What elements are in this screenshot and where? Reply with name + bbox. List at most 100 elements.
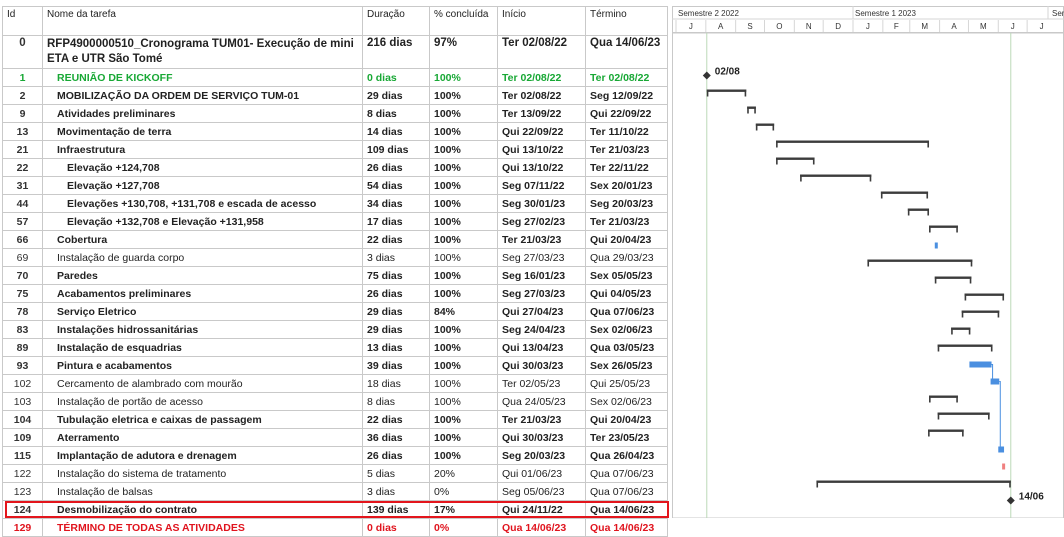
summary-bar-start-cap	[951, 327, 953, 335]
summary-bar[interactable]	[929, 395, 958, 398]
table-row[interactable]: 0 RFP4900000510_Cronograma TUM01- Execuçã…	[2, 35, 668, 69]
task-percent: 100%	[429, 176, 498, 195]
col-header-duration[interactable]: Duração	[362, 6, 430, 36]
table-row[interactable]: 66 Cobertura 22 dias 100% Ter 21/03/23 Qui 20…	[2, 230, 668, 249]
task-percent: 100%	[429, 374, 498, 393]
summary-bar[interactable]	[867, 259, 973, 262]
summary-bar[interactable]	[937, 344, 993, 347]
task-start: Qui 13/10/22	[497, 140, 586, 159]
table-row[interactable]: 2 MOBILIZAÇÃO DA ORDEM DE SERVIÇO TUM-01 2…	[2, 86, 668, 105]
summary-bar[interactable]	[880, 191, 929, 194]
summary-bar-start-cap	[907, 208, 910, 216]
task-percent: 100%	[429, 320, 498, 339]
table-row[interactable]: 1 REUNIÃO DE KICKOFF 0 dias 100% Ter 02/08/2…	[2, 68, 668, 87]
summary-bar-start-cap	[937, 344, 940, 352]
table-row[interactable]: 104 Tubulação eletrica e caixas de passag…	[2, 410, 668, 429]
timescale-month-label: J	[1011, 22, 1015, 31]
summary-bar[interactable]	[776, 157, 815, 160]
task-bar[interactable]	[998, 446, 1005, 453]
summary-bar[interactable]	[816, 480, 1011, 483]
table-row[interactable]: 103 Instalação de portão de acesso 8 dias 1…	[2, 392, 668, 411]
task-bar[interactable]	[934, 242, 938, 249]
summary-bar[interactable]	[929, 225, 958, 228]
summary-bar[interactable]	[928, 429, 964, 432]
summary-bar-end-cap	[812, 157, 815, 165]
task-table: Id Nome da tarefa Duração % concluída In…	[2, 6, 668, 537]
table-row[interactable]: 115 Implantação de adutora e drenagem 26 d…	[2, 446, 668, 465]
col-header-percent[interactable]: % concluída	[429, 6, 498, 36]
summary-bar-end-cap	[990, 344, 993, 352]
task-name: Atividades preliminares	[42, 104, 363, 123]
table-row[interactable]: 129 TÉRMINO DE TODAS AS ATIVIDADES 0 dias 0…	[2, 518, 668, 537]
task-start: Ter 02/08/22	[497, 35, 586, 69]
table-row[interactable]: 78 Serviço Eletrico 29 dias 84% Qui 27/04/23…	[2, 302, 668, 321]
task-end: Qua 03/05/23	[585, 338, 668, 357]
summary-bar[interactable]	[706, 89, 747, 92]
task-start: Seg 07/11/22	[497, 176, 586, 195]
task-end: Qua 07/06/23	[585, 302, 668, 321]
timescale-tier-label: Semestre 2 2022	[678, 9, 739, 18]
task-start: Qui 13/04/23	[497, 338, 586, 357]
summary-bar[interactable]	[934, 276, 972, 279]
summary-bar[interactable]	[961, 310, 1000, 313]
task-start: Seg 16/01/23	[497, 266, 586, 285]
col-header-name[interactable]: Nome da tarefa	[42, 6, 363, 36]
summary-bar[interactable]	[776, 140, 930, 143]
task-start: Seg 24/04/23	[497, 320, 586, 339]
table-row[interactable]: 44 Elevações +130,708, +131,708 e escada …	[2, 194, 668, 213]
table-row[interactable]: 109 Aterramento 36 dias 100% Qui 30/03/23 Ter…	[2, 428, 668, 447]
col-header-start[interactable]: Início	[497, 6, 586, 36]
task-bar[interactable]	[1002, 463, 1006, 470]
table-row[interactable]: 89 Instalação de esquadrias 13 dias 100% Qui…	[2, 338, 668, 357]
task-bar[interactable]	[969, 361, 992, 368]
table-row[interactable]: 93 Pintura e acabamentos 39 dias 100% Qui 30…	[2, 356, 668, 375]
milestone-label: 02/08	[715, 67, 740, 78]
table-row[interactable]: 102 Cercamento de alambrado com mourão 18 …	[2, 374, 668, 393]
summary-bar[interactable]	[951, 327, 971, 330]
table-row[interactable]: 9 Atividades preliminares 8 dias 100% Ter 13…	[2, 104, 668, 123]
task-duration: 29 dias	[362, 302, 430, 321]
task-name: TÉRMINO DE TODAS AS ATIVIDADES	[42, 518, 363, 537]
summary-bar-start-cap	[706, 89, 709, 97]
table-row[interactable]: 31 Elevação +127,708 54 dias 100% Seg 07/11/…	[2, 176, 668, 195]
summary-bar[interactable]	[937, 412, 990, 415]
task-bar[interactable]	[990, 378, 1000, 385]
summary-bar-start-cap	[929, 395, 931, 403]
col-header-end[interactable]: Término	[585, 6, 668, 36]
task-duration: 0 dias	[362, 518, 430, 537]
summary-bar[interactable]	[800, 174, 872, 177]
table-row[interactable]: 123 Instalação de balsas 3 dias 0% Seg 05/06…	[2, 482, 668, 501]
task-name: RFP4900000510_Cronograma TUM01- Execução…	[42, 35, 363, 69]
milestone-diamond[interactable]	[702, 71, 711, 80]
table-row[interactable]: 75 Acabamentos preliminares 26 dias 100% Seg…	[2, 284, 668, 303]
table-row[interactable]: 69 Instalação de guarda corpo 3 dias 100% Se…	[2, 248, 668, 267]
table-row[interactable]: 70 Paredes 75 dias 100% Seg 16/01/23 Sex 05/0…	[2, 266, 668, 285]
task-name: Implantação de adutora e drenagem	[42, 446, 363, 465]
task-name: Serviço Eletrico	[42, 302, 363, 321]
table-row[interactable]: 22 Elevação +124,708 26 dias 100% Qui 13/10/…	[2, 158, 668, 177]
task-duration: 54 dias	[362, 176, 430, 195]
task-start: Qua 14/06/23	[497, 518, 586, 537]
task-percent: 100%	[429, 140, 498, 159]
col-header-id[interactable]: Id	[2, 6, 43, 36]
summary-bar-end-cap	[1009, 480, 1011, 488]
timescale-tier-label: Semestre 1 2023	[855, 9, 916, 18]
task-name: Tubulação eletrica e caixas de passagem	[42, 410, 363, 429]
task-name: Elevação +132,708 e Elevação +131,958	[42, 212, 363, 231]
task-end: Sex 02/06/23	[585, 320, 668, 339]
table-row[interactable]: 21 Infraestrutura 109 dias 100% Qui 13/10/22…	[2, 140, 668, 159]
task-id: 44	[2, 194, 43, 213]
timescale-month-label: O	[776, 22, 782, 31]
task-id: 1	[2, 68, 43, 87]
table-row[interactable]: 122 Instalação do sistema de tratamento 5 …	[2, 464, 668, 483]
table-row[interactable]: 13 Movimentação de terra 14 dias 100% Qui 22…	[2, 122, 668, 141]
summary-bar[interactable]	[964, 293, 1005, 296]
table-row[interactable]: 83 Instalações hidrossanitárias 29 dias 100…	[2, 320, 668, 339]
table-row[interactable]: 57 Elevação +132,708 e Elevação +131,958 1…	[2, 212, 668, 231]
milestone-diamond[interactable]	[1006, 496, 1015, 505]
summary-bar[interactable]	[907, 208, 930, 211]
task-end: Sex 05/05/23	[585, 266, 668, 285]
summary-bar[interactable]	[755, 123, 775, 126]
task-end: Qui 25/05/23	[585, 374, 668, 393]
task-duration: 17 dias	[362, 212, 430, 231]
